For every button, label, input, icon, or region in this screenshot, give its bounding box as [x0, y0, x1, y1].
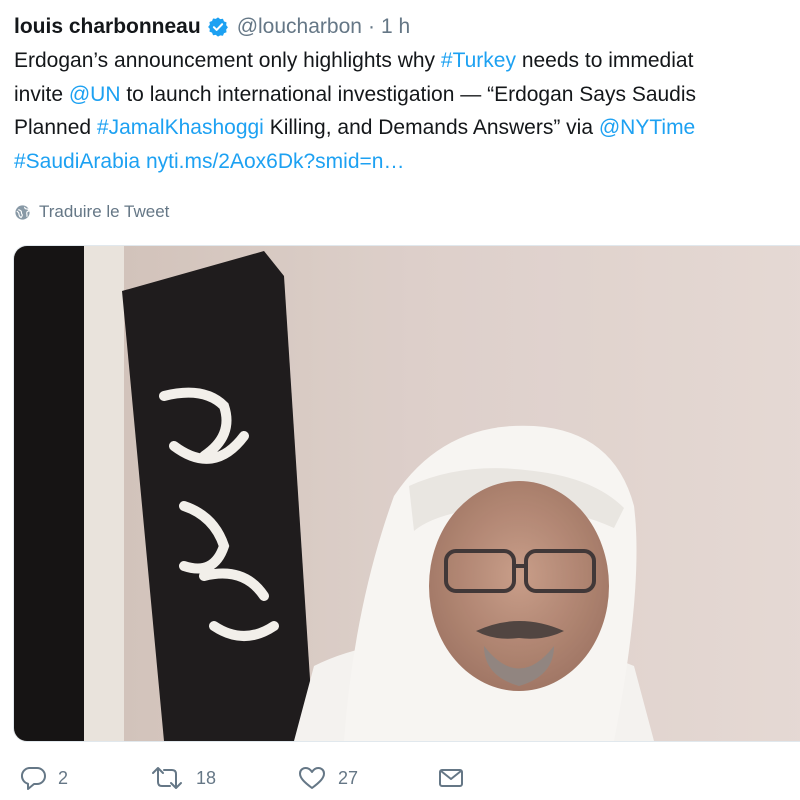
tweet-text-line: Erdogan’s announcement only highlights w…: [14, 44, 800, 78]
tweet-photo[interactable]: [13, 245, 800, 742]
header-separator: ·: [367, 15, 375, 38]
article-url-link[interactable]: nyti.ms/2Aox6Dk?smid=n…: [146, 150, 405, 173]
tweet-header: louis charbonneau @loucharbon · 1 h: [14, 10, 410, 44]
like-button[interactable]: 27: [298, 760, 358, 796]
tweet-text: Erdogan’s announcement only highlights w…: [14, 44, 800, 178]
tweet-text-line: Planned #JamalKhashoggi Killing, and Dem…: [14, 111, 800, 145]
tweet-actions: 2 18 27: [0, 760, 800, 796]
hashtag-jamalkhashoggi-link[interactable]: #JamalKhashoggi: [97, 116, 264, 139]
photo-jamal-khashoggi: [14, 246, 800, 741]
globe-icon: [15, 204, 30, 220]
text-segment: invite: [14, 82, 69, 106]
text-segment: to launch international investigation — …: [120, 82, 697, 106]
mention-nytimes-link[interactable]: @NYTime: [599, 116, 695, 139]
author-handle[interactable]: @loucharbon: [237, 15, 362, 39]
hashtag-saudiarabia-link[interactable]: #SaudiArabia: [14, 150, 140, 173]
verified-badge-icon: [207, 16, 229, 38]
direct-message-icon: [439, 769, 463, 787]
reply-button[interactable]: 2: [20, 760, 68, 796]
direct-message-button[interactable]: [438, 760, 476, 796]
tweet-text-line: #SaudiArabia nyti.ms/2Aox6Dk?smid=n…: [14, 145, 800, 179]
text-segment: Planned: [14, 116, 97, 139]
mention-un-link[interactable]: @UN: [69, 83, 121, 106]
hashtag-turkey-link[interactable]: #Turkey: [441, 49, 516, 72]
text-segment: Killing, and Demands Answers” via: [263, 116, 599, 139]
text-segment: Erdogan’s announcement only highlights w…: [14, 49, 441, 72]
heart-icon: [299, 767, 325, 789]
text-segment: needs to immediat: [515, 49, 694, 72]
translate-tweet-button[interactable]: Traduire le Tweet: [14, 200, 169, 224]
retweet-count: 18: [196, 767, 217, 788]
retweet-icon: [152, 767, 182, 789]
reply-count: 2: [58, 767, 69, 788]
author-name[interactable]: louis charbonneau: [14, 15, 201, 39]
tweet-timestamp[interactable]: 1 h: [381, 15, 410, 39]
translate-label: Traduire le Tweet: [39, 202, 170, 221]
tweet-text-line: invite @UN to launch international inves…: [14, 78, 800, 112]
like-count: 27: [338, 767, 359, 788]
retweet-button[interactable]: 18: [150, 760, 216, 796]
reply-icon: [20, 767, 46, 790]
